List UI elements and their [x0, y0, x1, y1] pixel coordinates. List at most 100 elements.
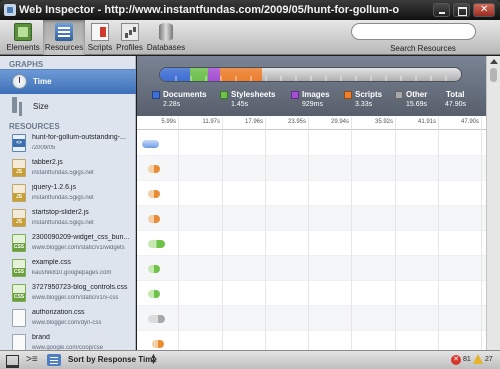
app-icon	[4, 4, 16, 16]
legend-swatch	[220, 91, 228, 99]
resource-host: instantfundas.5gigs.net	[32, 170, 94, 176]
timeline-row[interactable]	[137, 181, 486, 206]
warning-icon[interactable]	[473, 354, 483, 364]
resource-item[interactable]: example.css kaushik810.googlepages.com	[0, 256, 136, 281]
console-button[interactable]: >≡	[26, 354, 40, 366]
search-resources-label: Search Resources	[390, 44, 456, 53]
resource-name: brand	[32, 334, 50, 341]
legend-total-value: 47.90s	[445, 101, 467, 108]
timing-bar[interactable]	[152, 340, 164, 348]
clock-icon	[12, 74, 27, 89]
scroll-up-arrow-icon[interactable]	[490, 59, 498, 64]
vertical-scrollbar[interactable]	[486, 56, 500, 350]
resource-name: tabber2.js	[32, 159, 63, 166]
summary-bar-divider	[265, 76, 267, 81]
timeline-row[interactable]	[137, 206, 486, 231]
databases-tab[interactable]: Databases	[145, 20, 187, 55]
error-count[interactable]: 81	[463, 356, 471, 363]
elements-tab[interactable]: Elements	[4, 20, 42, 55]
status-bar: >≡ Sort by Response Time ▲ ▼ ✕ 81 27	[0, 350, 500, 369]
resource-item[interactable]: 3727950723-blog_controls.css www.blogger…	[0, 281, 136, 306]
warning-count[interactable]: 27	[485, 356, 493, 363]
timeline-row[interactable]	[137, 156, 486, 181]
blank-file-icon	[12, 309, 26, 327]
stylesheet-file-icon	[12, 234, 26, 252]
resources-icon	[55, 23, 73, 41]
resources-section-header: RESOURCES	[9, 122, 60, 131]
graph-item-time[interactable]: Time	[0, 69, 136, 94]
sidebar: GRAPHS Time Size RESOURCES hunt-for-goll…	[0, 56, 136, 352]
legend-swatch	[152, 91, 160, 99]
summary-bar-divider	[205, 76, 207, 81]
timeline-row[interactable]	[137, 231, 486, 256]
timeline-row[interactable]	[137, 281, 486, 306]
title-bar[interactable]: Web Inspector - http://www.instantfundas…	[0, 0, 500, 20]
profiles-icon	[120, 23, 139, 41]
summary-bar-divider	[310, 76, 312, 81]
legend-name: Images	[302, 90, 330, 99]
elements-tab-label: Elements	[6, 43, 40, 52]
timing-bar[interactable]	[148, 190, 160, 198]
legend-swatch	[344, 91, 352, 99]
resource-name: jquery-1.2.6.js	[32, 184, 76, 191]
grid-line	[222, 117, 223, 350]
script-file-icon	[12, 184, 26, 202]
dock-to-window-button[interactable]	[5, 354, 19, 368]
legend-name: Documents	[163, 90, 207, 99]
graph-item-size[interactable]: Size	[0, 94, 136, 119]
resource-item[interactable]: tabber2.js instantfundas.5gigs.net	[0, 156, 136, 181]
timeline-row[interactable]	[137, 306, 486, 331]
graph-item-size-label: Size	[33, 102, 49, 111]
stylesheet-file-icon	[12, 284, 26, 302]
time-tick-label: 47.90s	[460, 119, 479, 125]
error-icon[interactable]: ✕	[451, 355, 461, 365]
resource-name: 3727950723-blog_controls.css	[32, 284, 128, 291]
timing-bar[interactable]	[148, 215, 160, 223]
legend-value: 929ms	[302, 101, 324, 108]
legend-swatch	[395, 91, 403, 99]
summary-bar-divider	[340, 76, 342, 81]
weights-icon	[12, 97, 17, 113]
scripts-tab[interactable]: Scripts	[86, 20, 114, 55]
grid-line	[438, 117, 439, 350]
resource-item[interactable]: hunt-for-gollum-outstanding-... /2009/05	[0, 131, 136, 156]
resource-item[interactable]: authorization.css www.blogger.com/dyn-cs…	[0, 306, 136, 331]
resource-item[interactable]: 2300090209-widget_css_bun... www.blogger…	[0, 231, 136, 256]
timing-bar[interactable]	[148, 265, 160, 273]
summary-bar-divider	[430, 76, 432, 81]
profiles-tab[interactable]: Profiles	[115, 20, 144, 55]
timeline-row[interactable]	[137, 131, 486, 156]
graphs-section-header: GRAPHS	[9, 60, 44, 69]
resources-tab[interactable]: Resources	[43, 20, 85, 55]
search-resources-input[interactable]	[351, 23, 476, 40]
timing-bar[interactable]	[142, 140, 159, 148]
toggle-resources-list-button[interactable]	[47, 354, 61, 366]
summary-bar-divider	[370, 76, 372, 81]
resource-item[interactable]: jquery-1.2.6.js instantfundas.5gigs.net	[0, 181, 136, 206]
summary-bar-divider	[175, 76, 177, 81]
summary-bar-divider	[400, 76, 402, 81]
stylesheet-file-icon	[12, 259, 26, 277]
timing-bar[interactable]	[148, 290, 160, 298]
resource-name: startstop-slider2.js	[32, 209, 89, 216]
minimize-button[interactable]	[433, 3, 450, 17]
summary-bar	[159, 67, 462, 82]
timing-bar[interactable]	[148, 165, 160, 173]
scrollbar-thumb[interactable]	[490, 68, 497, 82]
graph-item-time-label: Time	[33, 77, 52, 86]
sort-by-select[interactable]: Sort by Response Time	[68, 355, 157, 364]
timeline-row[interactable]	[137, 331, 486, 350]
timeline-row[interactable]	[137, 256, 486, 281]
script-file-icon	[12, 159, 26, 177]
summary-bar-divider	[280, 76, 282, 81]
time-tick-label: 23.95s	[287, 119, 306, 125]
timeline-ruler: 5.99s 11.97s 17.96s 23.95s 29.94s 35.92s 41.91…	[137, 117, 486, 130]
close-button[interactable]	[473, 3, 495, 17]
timing-bar[interactable]	[148, 315, 165, 323]
summary-bar-divider	[355, 76, 357, 81]
resource-item[interactable]: startstop-slider2.js instantfundas.5gigs…	[0, 206, 136, 231]
databases-tab-label: Databases	[146, 43, 186, 52]
summary-bar-divider	[415, 76, 417, 81]
maximize-button[interactable]	[453, 3, 470, 17]
timing-bar[interactable]	[148, 240, 165, 248]
